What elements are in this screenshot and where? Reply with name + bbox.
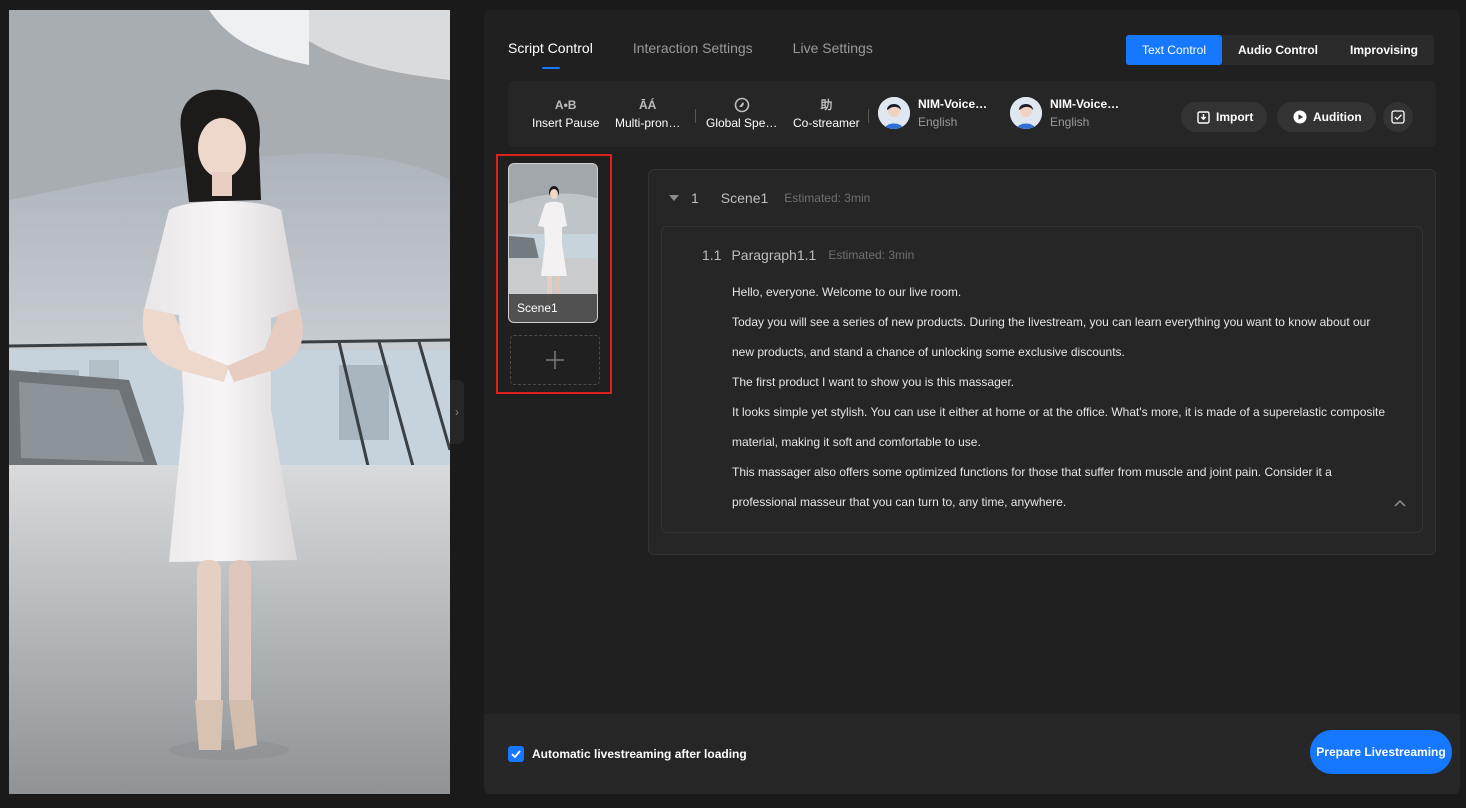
collapse-caret-icon[interactable] [669, 195, 679, 201]
collapse-preview-handle[interactable]: › [450, 380, 464, 444]
scene-thumbnail-label: Scene1 [509, 294, 597, 322]
voice-avatar [1010, 97, 1042, 129]
voice-name: NIM-Voice… [1050, 97, 1120, 111]
add-scene-button[interactable] [510, 335, 600, 385]
paragraph-estimate: Estimated: 3min [828, 248, 915, 262]
multi-pronunciation-tool[interactable]: ĀÁ Multi-pron… [615, 97, 680, 130]
script-line: professional masseur that you can turn t… [732, 495, 1067, 509]
avatar-preview [9, 10, 450, 794]
voice-selector-1[interactable]: NIM-Voice… English [878, 97, 987, 129]
preview-scene-image [9, 10, 450, 794]
co-streamer-tool[interactable]: 助 Co-streamer [793, 97, 860, 130]
audition-button[interactable]: Audition [1277, 102, 1376, 132]
voice-name: NIM-Voice… [918, 97, 988, 111]
auto-live-checkbox[interactable] [508, 746, 524, 762]
panel-footer: Automatic livestreaming after loading Pr… [484, 714, 1460, 794]
audio-control-button[interactable]: Audio Control [1222, 35, 1334, 65]
script-line: Hello, everyone. Welcome to our live roo… [732, 285, 962, 299]
scene-list: Scene1 [496, 154, 612, 394]
paragraph-number: 1.1 [702, 247, 722, 263]
chevron-up-icon[interactable] [1394, 494, 1406, 512]
voice-avatar [878, 97, 910, 129]
voice-language: English [1050, 115, 1090, 129]
ab-pause-icon: A•B [554, 98, 577, 112]
chevron-right-icon: › [455, 405, 459, 419]
insert-pause-label: Insert Pause [532, 116, 600, 130]
co-streamer-label: Co-streamer [793, 116, 860, 130]
panel-tabs: Script Control Interaction Settings Live… [508, 40, 913, 69]
multi-pronunciation-icon: ĀÁ [639, 98, 657, 112]
audition-label: Audition [1313, 110, 1362, 124]
tab-interaction-settings[interactable]: Interaction Settings [633, 40, 753, 68]
scene-number: 1 [691, 190, 699, 206]
script-line: material, making it soft and comfortable… [732, 435, 981, 449]
toolbar-divider [868, 109, 869, 123]
insert-pause-tool[interactable]: A•B Insert Pause [532, 97, 599, 130]
improvising-button[interactable]: Improvising [1334, 35, 1434, 65]
import-label: Import [1216, 110, 1254, 124]
tab-script-control[interactable]: Script Control [508, 40, 593, 69]
script-line: The first product I want to show you is … [732, 375, 1015, 389]
co-streamer-icon: 助 [820, 98, 833, 112]
script-line: new products, and stand a chance of unlo… [732, 345, 1125, 359]
paragraph-block: 1.1 Paragraph1.1 Estimated: 3min Hello, … [661, 226, 1423, 533]
global-speed-label: Global Spe… [706, 116, 778, 130]
control-mode-switch: Text Control Audio Control Improvising [1125, 35, 1434, 65]
scene-name: Scene1 [720, 190, 769, 206]
voice-language: English [918, 115, 958, 129]
text-control-button[interactable]: Text Control [1125, 35, 1222, 65]
tab-live-settings[interactable]: Live Settings [793, 40, 873, 68]
script-line: This massager also offers some optimized… [732, 465, 1332, 479]
script-toolbar: A•B Insert Pause ĀÁ Multi-pron… Global S… [508, 81, 1436, 147]
play-icon [1293, 110, 1307, 124]
script-line: It looks simple yet stylish. You can use… [732, 405, 1386, 419]
check-script-button[interactable] [1383, 102, 1413, 132]
global-speed-icon [706, 97, 777, 113]
voice-selector-2[interactable]: NIM-Voice… English [1010, 97, 1119, 129]
script-editor: 1 Scene1 Estimated: 3min 1.1 Paragraph1.… [648, 169, 1436, 555]
import-button[interactable]: Import [1181, 102, 1268, 132]
scene-header: 1 Scene1 Estimated: 3min [669, 190, 870, 206]
scene-thumbnail[interactable]: Scene1 [508, 163, 598, 323]
paragraph-name: Paragraph1.1 [731, 247, 817, 263]
scene-estimate: Estimated: 3min [784, 191, 871, 205]
script-line: Today you will see a series of new produ… [732, 315, 1371, 329]
global-speed-tool[interactable]: Global Spe… [706, 97, 777, 130]
import-icon [1197, 110, 1210, 124]
plus-icon [546, 351, 564, 369]
multi-pronunciation-label: Multi-pron… [615, 116, 681, 130]
toolbar-divider [695, 109, 696, 123]
checkbox-check-icon [1391, 110, 1405, 124]
paragraph-text[interactable]: Hello, everyone. Welcome to our live roo… [732, 277, 1402, 517]
paragraph-header: 1.1 Paragraph1.1 Estimated: 3min [702, 247, 914, 263]
control-panel: Script Control Interaction Settings Live… [484, 10, 1460, 794]
prepare-livestreaming-button[interactable]: Prepare Livestreaming [1310, 730, 1452, 774]
checkmark-icon [511, 750, 521, 759]
auto-live-label: Automatic livestreaming after loading [532, 747, 747, 761]
